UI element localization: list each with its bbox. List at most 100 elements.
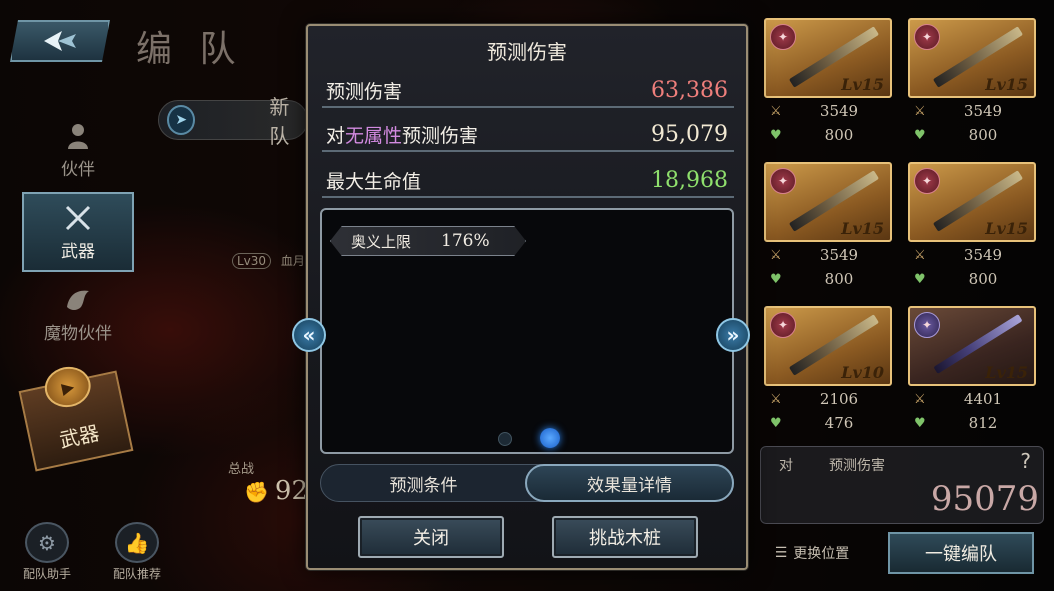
hp-value: 812 xyxy=(968,414,998,432)
heart-icon: ♥ xyxy=(770,415,782,431)
hp-value: 800 xyxy=(824,126,854,144)
attack-stat: ⚔ 4401 xyxy=(914,388,1034,410)
predicted-damage-dialog: 预测伤害 预测伤害 63,386 对无属性预测伤害 95,079 最大生命值 1… xyxy=(292,24,750,570)
team-recommend-button[interactable]: 👍 配队推荐 xyxy=(104,522,170,582)
attack-icon: ⚔ xyxy=(770,391,782,407)
weapon-level: Lv15 xyxy=(985,363,1028,382)
attack-value: 4401 xyxy=(963,390,1003,408)
swap-position-label: 更换位置 xyxy=(793,546,850,562)
hp-value: 800 xyxy=(968,126,998,144)
hp-stat: ♥ 800 xyxy=(914,124,1034,146)
nav-label-weapon: 武器 xyxy=(61,241,95,262)
weapon-art: ✦ Lv15 xyxy=(764,162,892,242)
dialog-title: 预测伤害 xyxy=(487,40,567,64)
swap-position-button[interactable]: ☰ 更换位置 xyxy=(756,536,868,570)
stat-value: 18,968 xyxy=(651,167,728,193)
team-name-bar[interactable]: ➤ 新队 xyxy=(158,95,308,148)
challenge-dummy-button[interactable]: 挑战木桩 xyxy=(552,516,698,558)
fire-element-icon: ✦ xyxy=(770,168,796,194)
heart-icon: ♥ xyxy=(914,271,926,287)
nav-item-partner[interactable]: 伙伴 xyxy=(22,110,134,190)
weapon-card[interactable]: ✦ Lv10 ⚔ 2106 ♥ 476 xyxy=(760,306,896,436)
gear-icon: ⚙ xyxy=(25,522,69,563)
hp-stat: ♥ 476 xyxy=(770,412,890,434)
hp-stat: ♥ 812 xyxy=(914,412,1034,434)
team-helper-button[interactable]: ⚙ 配队助手 xyxy=(14,522,80,582)
hp-value: 800 xyxy=(824,270,854,288)
fire-element-icon: ✦ xyxy=(770,24,796,50)
prev-page-arrow-icon[interactable]: « xyxy=(292,318,326,352)
ougi-limit-value: 176% xyxy=(441,231,490,251)
attack-stat: ⚔ 3549 xyxy=(914,244,1034,266)
attack-stat: ⚔ 2106 xyxy=(770,388,890,410)
attack-icon: ⚔ xyxy=(914,391,926,407)
attack-icon: ⚔ xyxy=(770,103,782,119)
weapon-art: ✦ Lv15 xyxy=(908,18,1036,98)
weapon-card[interactable]: ✦ Lv15 ⚔ 3549 ♥ 800 xyxy=(760,162,896,292)
weapon-card[interactable]: ✦ Lv15 ⚔ 3549 ♥ 800 xyxy=(904,18,1040,148)
weapon-card[interactable]: ✦ Lv15 ⚔ 3549 ♥ 800 xyxy=(760,18,896,148)
nav-item-monster[interactable]: 魔物伙伴 xyxy=(22,274,134,354)
attack-value: 3549 xyxy=(819,246,859,264)
weapon-art: ✦ Lv15 xyxy=(908,162,1036,242)
hp-value: 800 xyxy=(968,270,998,288)
background-level: Lv30 血月 xyxy=(232,252,305,269)
weapon-level: Lv15 xyxy=(841,75,884,94)
damage-panel-value: 95079 xyxy=(930,479,1039,519)
predicted-damage-panel: 对 预测伤害 ? 95079 xyxy=(760,446,1044,524)
weapon-card[interactable]: ✦ Lv15 ⚔ 4401 ♥ 812 xyxy=(904,306,1040,436)
fist-icon: ✊ xyxy=(244,480,269,504)
back-button[interactable] xyxy=(10,20,110,62)
level-pill: Lv30 xyxy=(232,253,272,269)
attack-value: 3549 xyxy=(963,102,1003,120)
hp-stat: ♥ 800 xyxy=(770,124,890,146)
heart-icon: ♥ xyxy=(770,271,782,287)
label-attribute: 无属性 xyxy=(345,124,403,147)
total-power: ✊ 92 xyxy=(244,476,308,506)
thumbs-up-icon: 👍 xyxy=(115,522,159,563)
total-power-value: 92 xyxy=(274,476,308,506)
tab-prediction-conditions[interactable]: 预测条件 xyxy=(321,465,526,501)
stat-row-max-hp: 最大生命值 18,968 xyxy=(322,164,734,198)
attack-icon: ⚔ xyxy=(914,103,926,119)
weapon-badge-label: 武器 xyxy=(57,420,102,453)
close-button[interactable]: 关闭 xyxy=(358,516,504,558)
stat-label: 对无属性预测伤害 xyxy=(326,121,478,148)
team-name: 新队 xyxy=(269,95,290,148)
page-dot-active[interactable] xyxy=(540,428,560,448)
heart-icon: ♥ xyxy=(914,415,926,431)
weapon-level: Lv10 xyxy=(841,363,884,382)
compass-icon: ➤ xyxy=(167,105,196,135)
stat-label: 预测伤害 xyxy=(326,80,403,103)
one-key-team-button[interactable]: 一键编队 xyxy=(888,532,1034,574)
attack-value: 3549 xyxy=(963,246,1003,264)
team-helper-label: 配队助手 xyxy=(22,567,71,581)
ougi-limit-tag: 奥义上限 176% xyxy=(330,226,526,256)
label-suffix: 预测伤害 xyxy=(402,124,479,147)
crossed-swords-icon xyxy=(65,205,91,230)
attack-stat: ⚔ 3549 xyxy=(770,100,890,122)
level-text: 血月 xyxy=(280,254,305,268)
void-element-icon: ✦ xyxy=(914,312,940,338)
label-prefix: 对 xyxy=(326,124,346,147)
weapon-art: ✦ Lv10 xyxy=(764,306,892,386)
page-title: 编 队 xyxy=(136,29,244,70)
list-icon: ☰ xyxy=(774,545,788,561)
help-icon[interactable]: ? xyxy=(1020,449,1031,473)
stat-value: 95,079 xyxy=(651,121,728,147)
tab-effect-details[interactable]: 效果量详情 xyxy=(525,464,734,502)
heart-icon: ♥ xyxy=(770,127,782,143)
dialog-tabs: 预测条件 效果量详情 xyxy=(320,464,734,502)
weapon-level: Lv15 xyxy=(985,219,1028,238)
nav-item-weapon[interactable]: 武器 xyxy=(22,192,134,272)
team-recommend-label: 配队推荐 xyxy=(112,567,161,581)
page-dot[interactable] xyxy=(498,432,512,446)
weapon-art: ✦ Lv15 xyxy=(764,18,892,98)
weapon-card[interactable]: ✦ Lv15 ⚔ 3549 ♥ 800 xyxy=(904,162,1040,292)
next-page-arrow-icon[interactable]: » xyxy=(716,318,750,352)
weapon-art: ✦ Lv15 xyxy=(908,306,1036,386)
attack-icon: ⚔ xyxy=(914,247,926,263)
hp-stat: ♥ 800 xyxy=(914,268,1034,290)
damage-panel-label: 预测伤害 xyxy=(829,458,885,474)
ougi-limit-label: 奥义上限 xyxy=(351,232,412,251)
